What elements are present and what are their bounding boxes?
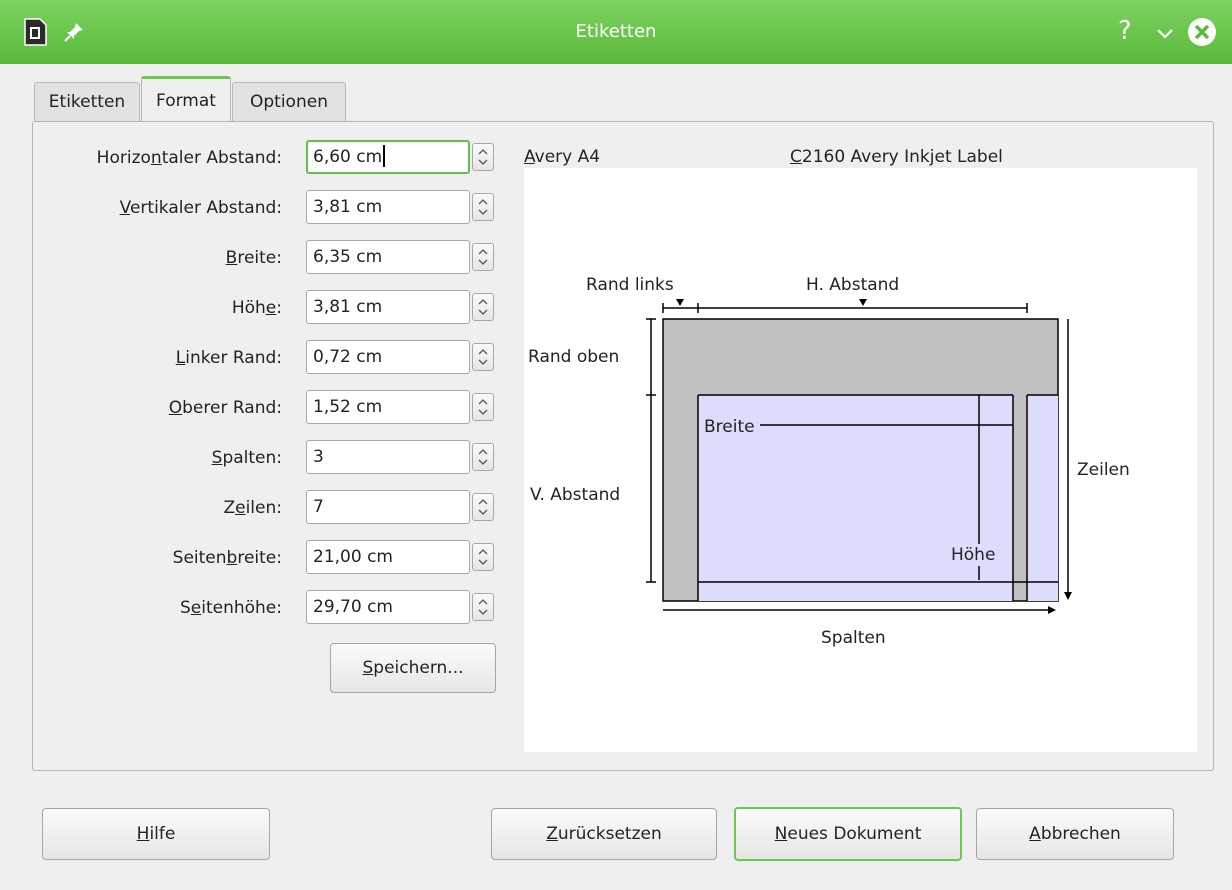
new-document-button[interactable]: Neues Dokument — [734, 807, 962, 861]
spin-arrows-icon[interactable] — [472, 443, 494, 471]
label-width: Breite: — [225, 248, 282, 268]
spin-arrows-icon[interactable] — [472, 293, 494, 321]
spin-arrows-icon[interactable] — [472, 593, 494, 621]
columns-spinner[interactable]: 3 — [306, 440, 498, 474]
label-rand-oben: Rand oben — [528, 347, 620, 367]
label-vertical-spacing: Vertikaler Abstand: — [119, 198, 282, 218]
window-title: Etiketten — [575, 21, 657, 42]
label-height: Höhe: — [231, 298, 282, 318]
height-spinner[interactable]: 3,81 cm — [306, 290, 498, 324]
tab-etiketten[interactable]: Etiketten — [34, 82, 140, 122]
vertical-spacing-input[interactable]: 3,81 cm — [306, 190, 470, 224]
help-button[interactable]: Hilfe — [42, 808, 270, 860]
label-horizontal-spacing: Horizontaler Abstand: — [96, 148, 282, 168]
top-margin-spinner[interactable]: 1,52 cm — [306, 390, 498, 424]
rows-spinner[interactable]: 7 — [306, 490, 498, 524]
title-bar: Etiketten ? — [0, 0, 1232, 64]
text-cursor — [383, 145, 386, 167]
spin-arrows-icon[interactable] — [472, 243, 494, 271]
cancel-button[interactable]: Abbrechen — [976, 808, 1174, 860]
label-rand-links: Rand links — [586, 275, 674, 295]
label-left-margin: Linker Rand: — [175, 348, 282, 368]
label-v-abstand: V. Abstand — [530, 485, 621, 505]
left-margin-input[interactable]: 0,72 cm — [306, 340, 470, 374]
height-input[interactable]: 3,81 cm — [306, 290, 470, 324]
label-type: C2160 Avery Inkjet Label — [790, 147, 1003, 167]
reset-button[interactable]: Zurücksetzen — [491, 808, 717, 860]
width-spinner[interactable]: 6,35 cm — [306, 240, 498, 274]
label-spalten: Spalten — [821, 628, 886, 648]
tab-label: Optionen — [250, 92, 328, 112]
spin-arrows-icon[interactable] — [472, 543, 494, 571]
close-icon[interactable] — [1186, 16, 1218, 48]
label-top-margin: Oberer Rand: — [168, 398, 282, 418]
top-margin-input[interactable]: 1,52 cm — [306, 390, 470, 424]
label-page-width: Seitenbreite: — [172, 548, 282, 568]
spin-arrows-icon[interactable] — [472, 343, 494, 371]
chevron-down-icon[interactable] — [1154, 22, 1176, 44]
left-margin-spinner[interactable]: 0,72 cm — [306, 340, 498, 374]
save-button[interactable]: Speichern... — [330, 643, 496, 693]
page-width-spinner[interactable]: 21,00 cm — [306, 540, 498, 574]
columns-input[interactable]: 3 — [306, 440, 470, 474]
spin-arrows-icon[interactable] — [472, 193, 494, 221]
page-height-input[interactable]: 29,70 cm — [306, 590, 470, 624]
tab-label: Format — [156, 91, 216, 111]
width-input[interactable]: 6,35 cm — [306, 240, 470, 274]
horizontal-spacing-spinner[interactable]: 6,60 cm — [306, 140, 498, 174]
rows-input[interactable]: 7 — [306, 490, 470, 524]
spin-arrows-icon[interactable] — [472, 393, 494, 421]
tab-optionen[interactable]: Optionen — [232, 82, 346, 122]
label-breite: Breite — [704, 416, 755, 438]
page-height-spinner[interactable]: 29,70 cm — [306, 590, 498, 624]
label-make: Avery A4 — [524, 147, 601, 167]
vertical-spacing-spinner[interactable]: 3,81 cm — [306, 190, 498, 224]
label-hoehe: Höhe — [951, 544, 996, 566]
spin-arrows-icon[interactable] — [472, 143, 494, 171]
page-width-input[interactable]: 21,00 cm — [306, 540, 470, 574]
help-icon[interactable]: ? — [1118, 14, 1132, 48]
tab-label: Etiketten — [48, 92, 126, 112]
label-zeilen: Zeilen — [1077, 460, 1130, 480]
label-page-height: Seitenhöhe: — [179, 598, 282, 618]
label-columns: Spalten: — [211, 448, 282, 468]
label-rows: Zeilen: — [223, 498, 282, 518]
spin-arrows-icon[interactable] — [472, 493, 494, 521]
label-preview: Rand links H. Abstand Rand oben V. Absta… — [524, 168, 1197, 752]
tab-format[interactable]: Format — [141, 76, 231, 122]
horizontal-spacing-input[interactable]: 6,60 cm — [306, 140, 470, 174]
label-h-abstand: H. Abstand — [806, 275, 900, 295]
